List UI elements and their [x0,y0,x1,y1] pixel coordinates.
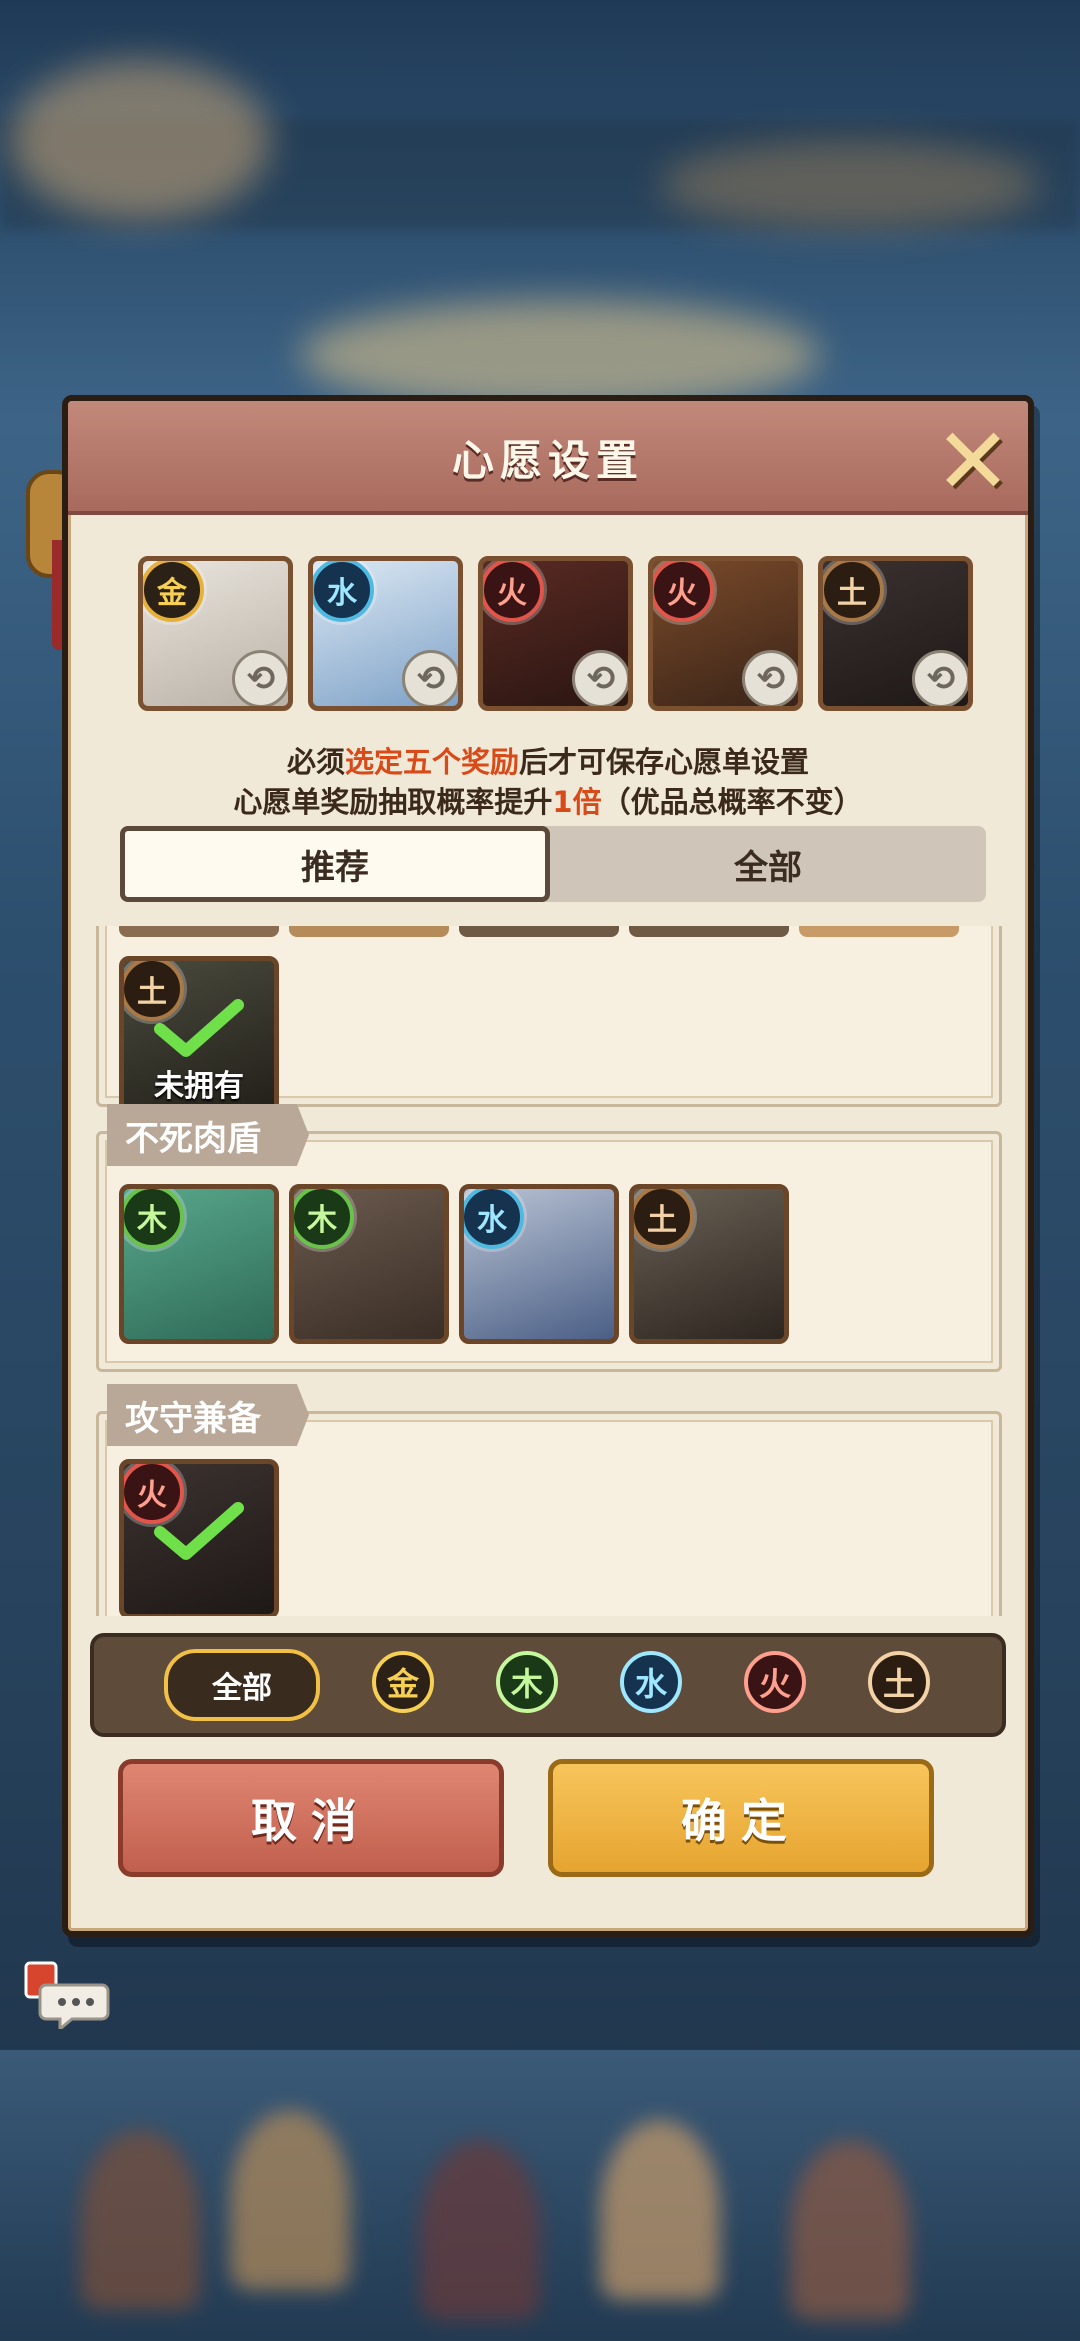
hero-group-box: 攻守兼备 火 [96,1384,1002,1616]
hero-card[interactable]: 火 [119,1459,279,1616]
background-character [600,2120,720,2300]
group-title: 攻守兼备 [107,1384,309,1446]
hero-card-clipped [799,926,959,937]
background-character [790,2140,910,2320]
cancel-button[interactable]: 取消 [118,1759,504,1877]
fire-element-badge: 火 [483,561,544,622]
wish-slot[interactable]: 火 ⟲ [648,556,803,711]
close-icon: ✕ [934,408,1012,515]
background-character [80,2130,200,2310]
background-character [230,2110,350,2290]
filter-all-button[interactable]: 全部 [164,1649,320,1721]
wish-settings-dialog: 心愿设置 ✕ 金 ⟲ 水 ⟲ 火 ⟲ 火 ⟲ 土 ⟲ 必须选定五个奖励后才可保存心愿单设置 心愿单… [62,395,1034,1937]
tab-all[interactable]: 全部 [550,826,986,902]
fire-element-badge: 火 [653,561,714,622]
group-title: 不死肉盾 [107,1104,309,1166]
filter-wood-button[interactable]: 木 [496,1651,558,1713]
water-element-badge: 水 [313,561,374,622]
hero-card[interactable]: 土 [629,1184,789,1344]
swap-icon[interactable]: ⟲ [912,650,968,706]
swap-icon[interactable]: ⟲ [232,650,288,706]
notice-line-2: 心愿单奖励抽取概率提升1倍（优品总概率不变） [68,779,1028,821]
background-blur [10,60,270,220]
confirm-button[interactable]: 确定 [548,1759,934,1877]
chat-bubble-icon[interactable] [24,1955,110,2033]
water-element-badge: 水 [464,1189,524,1249]
notice-text: 心愿单奖励抽取概率提升 [233,785,553,819]
selected-wish-slots: 金 ⟲ 水 ⟲ 火 ⟲ 火 ⟲ 土 ⟲ [138,556,973,711]
dialog-header: 心愿设置 ✕ [68,401,1028,515]
close-button[interactable]: ✕ [928,408,1018,515]
notice-line-1: 必须选定五个奖励后才可保存心愿单设置 [68,739,1028,781]
notice-text: 必须 [286,745,345,779]
wish-slot[interactable]: 土 ⟲ [818,556,973,711]
dialog-title: 心愿设置 [451,436,644,485]
filter-gold-button[interactable]: 金 [372,1651,434,1713]
not-owned-label: 未拥有 [154,1069,244,1104]
hero-card-clipped [459,926,619,937]
filter-earth-button[interactable]: 土 [868,1651,930,1713]
notice-text: 后才可保存心愿单设置 [519,745,810,779]
gold-element-badge: 金 [143,561,204,622]
check-icon [154,999,244,1057]
hero-card-clipped [119,926,279,937]
filter-water-button[interactable]: 水 [620,1651,682,1713]
background-character [420,2140,540,2320]
swap-icon[interactable]: ⟲ [572,650,628,706]
tab-recommended[interactable]: 推荐 [120,826,550,902]
background-blur [660,140,1040,230]
hero-group-box: 不死肉盾 木 木 水 土 [96,1104,1002,1372]
background-blur [300,300,820,410]
wish-slot[interactable]: 水 ⟲ [308,556,463,711]
earth-element-badge: 土 [634,1189,694,1249]
hero-card-clipped [629,926,789,937]
filter-fire-button[interactable]: 火 [744,1651,806,1713]
hero-card[interactable]: 木 [289,1184,449,1344]
check-icon [154,1502,244,1560]
swap-icon[interactable]: ⟲ [742,650,798,706]
hero-list[interactable]: 土未拥有 不死肉盾 木 木 水 土 攻守兼备 火 [68,926,1028,1616]
notice-highlight: 选定五个奖励 [344,745,519,779]
wish-slot[interactable]: 金 ⟲ [138,556,293,711]
hero-card[interactable]: 水 [459,1184,619,1344]
notice-text: （优品总概率不变） [601,785,863,819]
element-filter-bar: 全部 金 木 水 火 土 [90,1633,1006,1737]
wish-slot[interactable]: 火 ⟲ [478,556,633,711]
hero-card[interactable]: 木 [119,1184,279,1344]
earth-element-badge: 土 [823,561,884,622]
wood-element-badge: 木 [124,1189,184,1249]
hero-card-clipped [289,926,449,937]
swap-icon[interactable]: ⟲ [402,650,458,706]
tab-bar: 推荐 全部 [120,826,986,902]
hero-card[interactable]: 土未拥有 [119,956,279,1116]
notice-highlight: 1倍 [552,785,602,819]
hero-group-box: 土未拥有 [96,926,1002,1116]
wood-element-badge: 木 [294,1189,354,1249]
